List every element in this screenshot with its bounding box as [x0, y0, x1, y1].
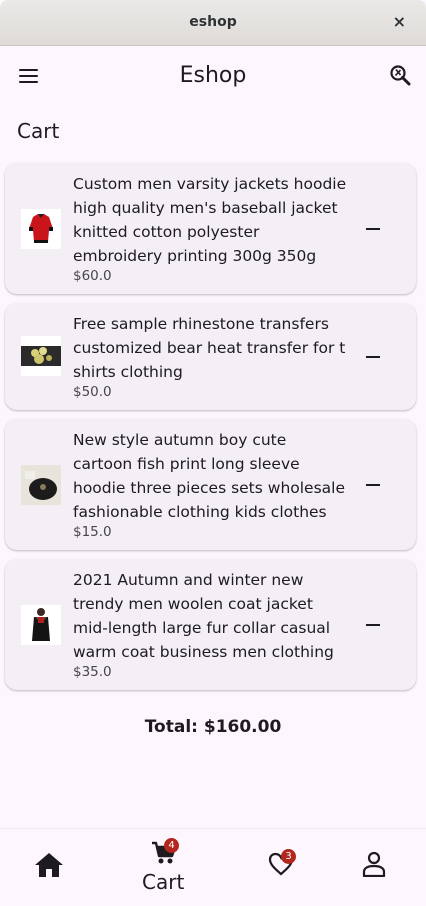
- home-icon: [35, 853, 63, 877]
- cart-total: Total: $160.00: [144, 717, 282, 737]
- product-name: Free sample rhinestone transfers customi…: [73, 315, 346, 381]
- search-icon[interactable]: [388, 64, 412, 88]
- product-image: [21, 605, 61, 645]
- cart-item[interactable]: Custom men varsity jackets hoodie high q…: [5, 163, 416, 294]
- product-name: 2021 Autumn and winter new trendy men wo…: [73, 571, 334, 661]
- page-title: Cart: [17, 119, 60, 143]
- window-titlebar: eshop ×: [0, 0, 426, 46]
- product-price: $15.0: [73, 524, 112, 540]
- cart-item[interactable]: 2021 Autumn and winter new trendy men wo…: [5, 559, 416, 690]
- remove-item-button[interactable]: [366, 228, 380, 230]
- remove-item-button[interactable]: [366, 484, 380, 486]
- product-name: Custom men varsity jackets hoodie high q…: [73, 175, 347, 265]
- remove-item-button[interactable]: [366, 624, 380, 626]
- app-bar: Eshop: [0, 47, 426, 105]
- window-title: eshop: [189, 14, 237, 30]
- bottom-navigation: 4 Cart 3: [0, 828, 426, 906]
- nav-cart-label: Cart: [142, 870, 185, 894]
- product-price: $50.0: [73, 384, 112, 400]
- product-image: [21, 336, 61, 376]
- nav-profile[interactable]: [352, 829, 402, 906]
- person-icon: [362, 851, 386, 877]
- product-name: New style autumn boy cute cartoon fish p…: [73, 431, 346, 521]
- wishlist-count-badge: 3: [281, 849, 296, 864]
- nav-home[interactable]: [24, 829, 74, 906]
- cart-item[interactable]: Free sample rhinestone transfers customi…: [5, 303, 416, 410]
- nav-wishlist[interactable]: 3: [258, 829, 308, 906]
- app-title: Eshop: [179, 63, 247, 88]
- product-image: [21, 209, 61, 249]
- remove-item-button[interactable]: [366, 356, 380, 358]
- nav-cart[interactable]: 4 Cart: [134, 829, 194, 906]
- product-price: $60.0: [73, 268, 112, 284]
- product-image: [21, 465, 61, 505]
- cart-item[interactable]: New style autumn boy cute cartoon fish p…: [5, 419, 416, 550]
- cart-count-badge: 4: [164, 838, 179, 853]
- window-close-button[interactable]: ×: [393, 12, 406, 31]
- product-price: $35.0: [73, 664, 112, 680]
